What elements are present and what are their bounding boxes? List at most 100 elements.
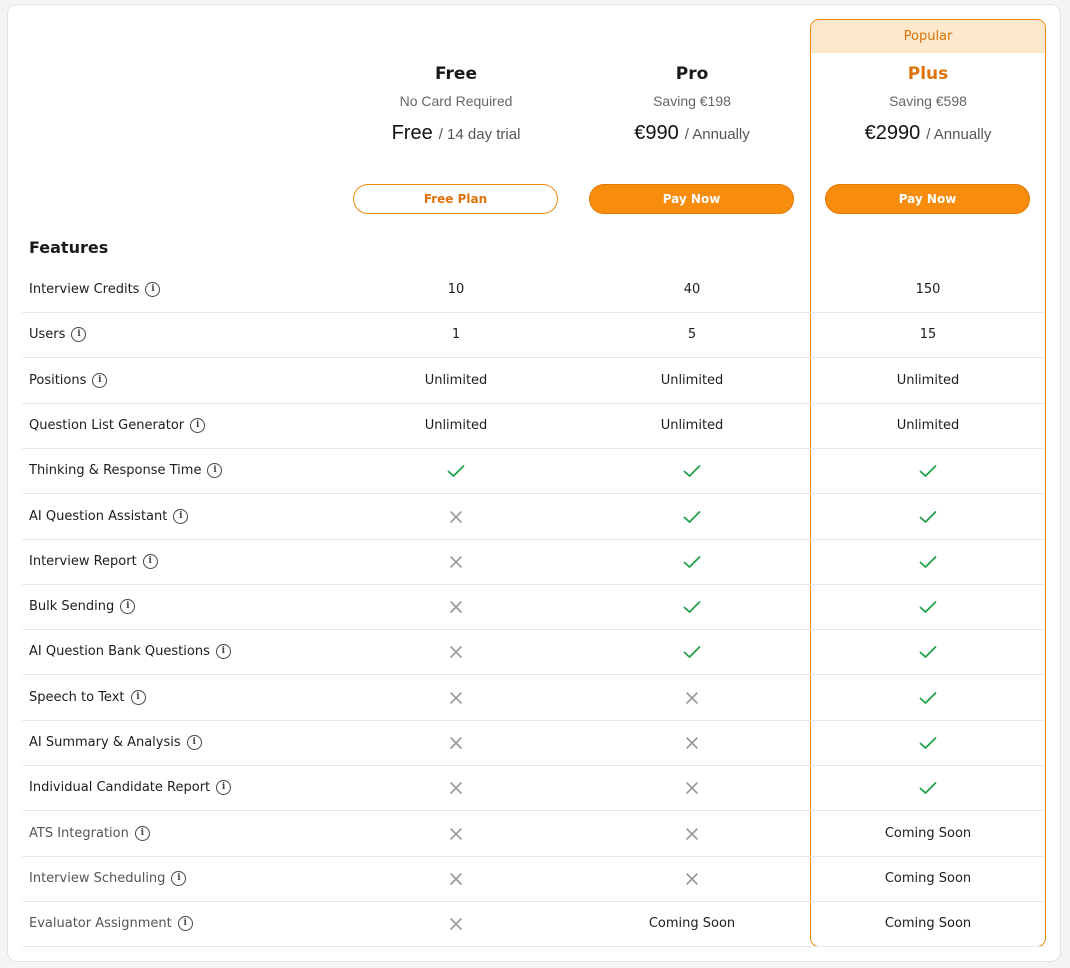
feature-label: Question List Generator i (29, 418, 206, 433)
row-divider (22, 946, 1045, 947)
feature-value: 1 (451, 327, 461, 342)
feature-row: Interview Credits i 10 40 150 (22, 267, 1045, 312)
info-icon[interactable]: i (120, 599, 136, 614)
pro-pay-now-button[interactable]: Pay Now (589, 184, 794, 214)
check-icon (810, 448, 1046, 493)
feature-label: Interview Scheduling i (29, 871, 187, 886)
check-icon (810, 494, 1046, 539)
cross-icon (338, 494, 574, 539)
feature-label: AI Summary & Analysis i (29, 735, 202, 750)
plan-price-period: / Annually (684, 126, 750, 143)
info-icon[interactable]: i (142, 554, 158, 569)
info-icon[interactable]: i (186, 735, 202, 750)
feature-row: AI Question Bank Questions i (22, 629, 1045, 674)
cross-icon (338, 856, 574, 901)
info-icon[interactable]: i (190, 418, 206, 433)
feature-value: Unlimited (660, 373, 724, 388)
cross-icon (338, 765, 574, 810)
feature-value: Unlimited (424, 418, 488, 433)
plan-price: €990 / Annually (574, 120, 810, 146)
info-icon[interactable]: i (130, 690, 146, 705)
plan-header-plus: Plus Saving €598 €2990 / Annually (810, 62, 1046, 146)
feature-label: Individual Candidate Report i (29, 780, 232, 795)
cross-icon (574, 765, 810, 810)
feature-name: Interview Credits (29, 282, 140, 297)
feature-name: Evaluator Assignment (29, 916, 172, 931)
check-icon (810, 539, 1046, 584)
cross-icon (338, 675, 574, 720)
plan-price-period: / Annually (926, 126, 992, 143)
feature-value: Unlimited (424, 373, 488, 388)
feature-name: Question List Generator (29, 418, 185, 433)
feature-value: Coming Soon (884, 916, 972, 931)
feature-value: Coming Soon (884, 871, 972, 886)
free-plan-button[interactable]: Free Plan (353, 184, 558, 214)
feature-value: Unlimited (896, 418, 960, 433)
plus-pay-now-button[interactable]: Pay Now (825, 184, 1030, 214)
cross-icon (574, 811, 810, 856)
check-icon (574, 494, 810, 539)
plan-price: Free / 14 day trial (338, 120, 574, 146)
features-heading: Features (29, 238, 109, 257)
feature-label: AI Question Assistant i (29, 509, 189, 524)
info-icon[interactable]: i (171, 871, 187, 886)
feature-label: Speech to Text i (29, 690, 146, 705)
feature-name: Speech to Text (29, 690, 125, 705)
feature-name: Users (29, 327, 66, 342)
feature-label: Interview Report i (29, 554, 158, 569)
check-icon (810, 675, 1046, 720)
info-icon[interactable]: i (92, 373, 108, 388)
feature-name: AI Question Bank Questions (29, 644, 210, 659)
check-icon (574, 629, 810, 674)
feature-value: 10 (447, 282, 465, 297)
plan-subtitle: Saving €598 (889, 93, 967, 109)
feature-value: 5 (687, 327, 697, 342)
plan-subtitle: No Card Required (399, 93, 513, 109)
plan-price-period: / 14 day trial (438, 126, 521, 143)
plan-price-amount: Free (391, 122, 433, 144)
feature-value: Coming Soon (884, 826, 972, 841)
plan-subtitle: Saving €198 (653, 93, 731, 109)
check-icon (810, 584, 1046, 629)
cross-icon (574, 675, 810, 720)
check-icon (574, 584, 810, 629)
plan-name: Plus (907, 64, 949, 84)
feature-row: Interview Scheduling i Coming Soon (22, 856, 1045, 901)
feature-name: Interview Report (29, 554, 137, 569)
feature-row: AI Summary & Analysis i (22, 720, 1045, 765)
feature-row: Evaluator Assignment i Coming Soon Coming S… (22, 901, 1045, 946)
info-icon[interactable]: i (173, 509, 189, 524)
info-icon[interactable]: i (134, 826, 150, 841)
cross-icon (338, 584, 574, 629)
info-icon[interactable]: i (207, 463, 223, 478)
feature-label: Evaluator Assignment i (29, 916, 193, 931)
feature-row: Positions i Unlimited Unlimited Unlimited (22, 358, 1045, 403)
check-icon (810, 720, 1046, 765)
plan-price-amount: €990 (634, 122, 679, 144)
feature-value: 150 (915, 282, 941, 297)
plan-header-free: Free No Card Required Free / 14 day trial (338, 62, 574, 146)
plan-price: €2990 / Annually (810, 120, 1046, 146)
info-icon[interactable]: i (216, 780, 232, 795)
feature-label: Bulk Sending i (29, 599, 136, 614)
check-icon (810, 629, 1046, 674)
info-icon[interactable]: i (145, 282, 161, 297)
feature-name: Individual Candidate Report (29, 780, 211, 795)
feature-value: Unlimited (896, 373, 960, 388)
feature-value: Unlimited (660, 418, 724, 433)
feature-value: 40 (683, 282, 701, 297)
cross-icon (338, 811, 574, 856)
feature-row: Speech to Text i (22, 675, 1045, 720)
feature-value: 15 (919, 327, 937, 342)
info-icon[interactable]: i (71, 327, 87, 342)
feature-label: Positions i (29, 373, 108, 388)
feature-label: Thinking & Response Time i (29, 463, 223, 478)
feature-label: Interview Credits i (29, 282, 161, 297)
feature-row: AI Question Assistant i (22, 494, 1045, 539)
info-icon[interactable]: i (215, 644, 231, 659)
feature-row: ATS Integration i Coming Soon (22, 811, 1045, 856)
feature-name: ATS Integration (29, 826, 129, 841)
plan-name: Free (435, 64, 477, 84)
info-icon[interactable]: i (177, 916, 193, 931)
plan-name: Pro (675, 64, 709, 84)
